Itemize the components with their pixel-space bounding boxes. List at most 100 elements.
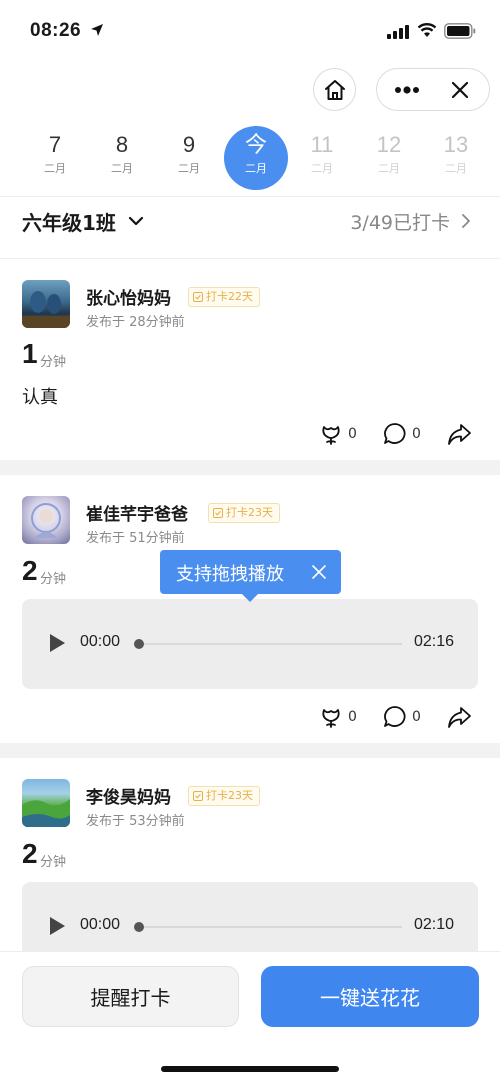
comment-count: 0 <box>412 709 421 725</box>
section-separator <box>0 460 500 475</box>
date-month: 二月 <box>445 162 467 175</box>
date-day: 13 <box>443 132 469 157</box>
posted-time: 发布于 51分钟前 <box>86 531 185 546</box>
audio-progress-knob[interactable] <box>134 639 144 649</box>
avatar[interactable] <box>22 496 70 544</box>
section-separator <box>0 743 500 758</box>
audio-player: 00:00 02:16 <box>22 599 478 689</box>
class-selector[interactable]: 六年级1班 <box>22 207 116 236</box>
close-icon[interactable] <box>310 563 328 581</box>
date-day: 8 <box>115 132 129 157</box>
chevron-right-icon[interactable] <box>458 212 474 230</box>
share-icon <box>448 424 471 445</box>
avatar-image <box>22 291 70 328</box>
badge-text: 打卡23天 <box>206 789 253 802</box>
check-square-icon <box>213 508 223 518</box>
comment-count: 0 <box>412 426 421 442</box>
audio-total-time: 02:10 <box>413 916 454 933</box>
posted-time: 发布于 53分钟前 <box>86 814 185 829</box>
date-month: 二月 <box>378 162 400 175</box>
check-square-icon <box>193 292 203 302</box>
checkin-streak-badge: 打卡23天 <box>188 786 260 806</box>
play-icon[interactable] <box>48 916 66 936</box>
duration-value: 1 <box>22 338 38 369</box>
avatar[interactable] <box>22 779 70 827</box>
battery-icon <box>444 23 476 39</box>
share-icon <box>448 707 471 728</box>
checkin-stat-link[interactable]: 3/49已打卡 <box>350 208 450 235</box>
avatar[interactable] <box>22 280 70 328</box>
tooltip-arrow <box>242 594 258 602</box>
date-item-today[interactable]: 今 二月 <box>224 126 288 192</box>
post-actions: 0 0 <box>318 703 478 731</box>
audio-total-time: 02:16 <box>413 633 454 650</box>
divider <box>0 196 500 197</box>
badge-text: 打卡22天 <box>206 290 253 303</box>
cellular-signal-icon <box>387 25 409 39</box>
date-month: 二月 <box>111 162 133 175</box>
date-month: 二月 <box>44 162 66 175</box>
divider <box>0 258 500 259</box>
home-indicator <box>161 1066 339 1072</box>
comment-icon <box>384 706 406 727</box>
status-time: 08:26 <box>30 20 82 41</box>
date-day: 今 <box>244 132 267 157</box>
author-name[interactable]: 李俊昊妈妈 <box>86 783 171 808</box>
duration-value: 2 <box>22 555 38 586</box>
post-actions: 0 0 <box>318 420 478 448</box>
flower-button[interactable]: 0 <box>318 703 357 731</box>
date-month: 二月 <box>245 162 267 175</box>
audio-current-time: 00:00 <box>80 916 121 933</box>
date-item[interactable]: 11 二月 <box>291 128 353 192</box>
date-item[interactable]: 7 二月 <box>24 128 86 192</box>
location-arrow-icon <box>91 24 103 36</box>
flower-button[interactable]: 0 <box>318 420 357 448</box>
flower-icon <box>322 426 340 445</box>
flower-count: 0 <box>348 426 357 442</box>
date-month: 二月 <box>311 162 333 175</box>
checkin-streak-badge: 打卡23天 <box>208 503 280 523</box>
comment-icon <box>384 423 406 444</box>
chevron-down-icon[interactable] <box>127 212 145 230</box>
share-button[interactable] <box>446 703 472 731</box>
duration-unit: 分钟 <box>40 355 67 370</box>
tooltip-text: 支持拖拽播放 <box>176 564 284 585</box>
post-text: 认真 <box>22 387 58 408</box>
comment-button[interactable]: 0 <box>382 420 421 448</box>
bottom-action-bar: 提醒打卡 一键送花花 <box>0 951 500 1082</box>
checkin-streak-badge: 打卡22天 <box>188 287 260 307</box>
check-square-icon <box>193 791 203 801</box>
audio-progress-track[interactable] <box>140 643 402 645</box>
play-icon[interactable] <box>48 633 66 653</box>
remind-checkin-button[interactable]: 提醒打卡 <box>22 966 239 1027</box>
author-name[interactable]: 张心怡妈妈 <box>86 284 171 309</box>
send-flowers-button[interactable]: 一键送花花 <box>261 966 479 1027</box>
date-item[interactable]: 9 二月 <box>158 128 220 192</box>
badge-text: 打卡23天 <box>226 506 273 519</box>
more-dots-icon <box>395 86 419 94</box>
date-item[interactable]: 13 二月 <box>425 128 487 192</box>
date-day: 11 <box>310 132 334 157</box>
drag-play-tooltip: 支持拖拽播放 <box>160 550 341 602</box>
avatar-image <box>22 799 70 827</box>
wifi-icon <box>417 23 437 37</box>
date-item[interactable]: 12 二月 <box>358 128 420 192</box>
audio-progress-knob[interactable] <box>134 922 144 932</box>
date-month: 二月 <box>178 162 200 175</box>
date-day: 9 <box>182 132 196 157</box>
author-name[interactable]: 崔佳芊宇爸爸 <box>86 500 188 525</box>
posted-time: 发布于 28分钟前 <box>86 315 185 330</box>
close-icon[interactable] <box>449 79 471 101</box>
date-strip: 7 二月 8 二月 9 二月 今 二月 11 二月 12 二月 13 二月 <box>0 126 500 192</box>
duration-unit: 分钟 <box>40 572 67 587</box>
comment-button[interactable]: 0 <box>382 703 421 731</box>
status-bar: 08:26 <box>0 0 500 62</box>
home-button[interactable] <box>313 68 356 111</box>
share-button[interactable] <box>446 420 472 448</box>
duration-value: 2 <box>22 838 38 869</box>
more-button[interactable] <box>393 79 421 101</box>
date-item[interactable]: 8 二月 <box>91 128 153 192</box>
audio-progress-track[interactable] <box>140 926 402 928</box>
date-day: 12 <box>376 132 402 157</box>
date-day: 7 <box>48 132 62 157</box>
